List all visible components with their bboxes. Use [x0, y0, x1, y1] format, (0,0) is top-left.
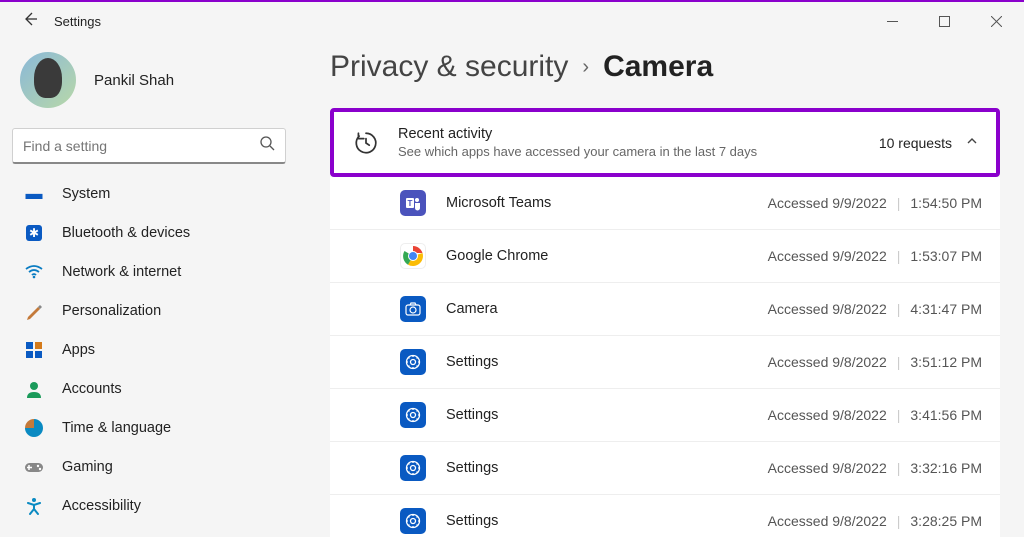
history-icon [352, 129, 380, 157]
gaming-icon [24, 457, 44, 477]
avatar [20, 52, 76, 108]
time-icon [24, 418, 44, 438]
nav-label: Gaming [62, 459, 113, 475]
nav-item-network[interactable]: Network & internet [12, 253, 288, 291]
nav-item-gaming[interactable]: Gaming [12, 448, 288, 486]
activity-row[interactable]: SettingsAccessed 9/8/2022|3:28:25 PM [330, 495, 1000, 537]
nav-item-bluetooth[interactable]: ✱ Bluetooth & devices [12, 214, 288, 252]
access-info: Accessed 9/8/2022|4:31:47 PM [768, 301, 982, 317]
breadcrumb: Privacy & security › Camera [330, 50, 1000, 84]
minimize-button[interactable] [878, 7, 906, 35]
network-icon [24, 262, 44, 282]
window-title: Settings [54, 14, 101, 29]
accessibility-icon [24, 496, 44, 516]
nav-item-accounts[interactable]: Accounts [12, 370, 288, 408]
breadcrumb-parent[interactable]: Privacy & security [330, 50, 568, 84]
maximize-icon [939, 16, 950, 27]
nav-label: Accessibility [62, 498, 141, 514]
nav-item-system[interactable]: ▬ System [12, 175, 288, 213]
app-name: Google Chrome [446, 248, 768, 264]
svg-text:T: T [408, 199, 413, 208]
minimize-icon [887, 16, 898, 27]
search-input[interactable] [23, 138, 260, 154]
accounts-icon [24, 379, 44, 399]
recent-activity-header[interactable]: Recent activity See which apps have acce… [330, 108, 1000, 177]
access-info: Accessed 9/8/2022|3:32:16 PM [768, 460, 982, 476]
access-info: Accessed 9/8/2022|3:51:12 PM [768, 354, 982, 370]
request-count: 10 requests [879, 135, 952, 151]
close-button[interactable] [982, 7, 1010, 35]
maximize-button[interactable] [930, 7, 958, 35]
titlebar: Settings [0, 2, 1024, 40]
nav-label: System [62, 186, 110, 202]
search-box[interactable] [12, 128, 286, 164]
breadcrumb-current: Camera [603, 50, 713, 84]
nav-label: Accounts [62, 381, 122, 397]
chevron-right-icon: › [582, 56, 589, 79]
activity-list: T Microsoft TeamsAccessed 9/9/2022|1:54:5… [330, 177, 1000, 537]
activity-row[interactable]: T Microsoft TeamsAccessed 9/9/2022|1:54:5… [330, 177, 1000, 230]
profile-name: Pankil Shah [94, 72, 174, 89]
nav-item-accessibility[interactable]: Accessibility [12, 487, 288, 525]
access-info: Accessed 9/9/2022|1:53:07 PM [768, 248, 982, 264]
nav-label: Bluetooth & devices [62, 225, 190, 241]
activity-row[interactable]: CameraAccessed 9/8/2022|4:31:47 PM [330, 283, 1000, 336]
nav-item-time[interactable]: Time & language [12, 409, 288, 447]
content: Privacy & security › Camera Recent activ… [300, 40, 1024, 537]
personalization-icon [24, 301, 44, 321]
back-button[interactable] [14, 7, 46, 36]
nav-label: Time & language [62, 420, 171, 436]
activity-title: Recent activity [398, 126, 757, 142]
activity-subtitle: See which apps have accessed your camera… [398, 144, 757, 159]
app-name: Settings [446, 513, 768, 529]
bluetooth-icon: ✱ [24, 223, 44, 243]
app-name: Camera [446, 301, 768, 317]
nav-item-personalization[interactable]: Personalization [12, 292, 288, 330]
app-name: Settings [446, 407, 768, 423]
nav: ▬ System ✱ Bluetooth & devices Network & int… [12, 174, 288, 526]
arrow-left-icon [22, 11, 38, 27]
close-icon [991, 16, 1002, 27]
access-info: Accessed 9/8/2022|3:41:56 PM [768, 407, 982, 423]
activity-row[interactable]: Google ChromeAccessed 9/9/2022|1:53:07 P… [330, 230, 1000, 283]
access-info: Accessed 9/9/2022|1:54:50 PM [768, 195, 982, 211]
profile[interactable]: Pankil Shah [12, 40, 288, 128]
nav-label: Apps [62, 342, 95, 358]
app-name: Settings [446, 460, 768, 476]
nav-label: Network & internet [62, 264, 181, 280]
apps-icon [24, 340, 44, 360]
app-name: Settings [446, 354, 768, 370]
system-icon: ▬ [24, 184, 44, 204]
activity-row[interactable]: SettingsAccessed 9/8/2022|3:51:12 PM [330, 336, 1000, 389]
app-name: Microsoft Teams [446, 195, 768, 211]
nav-item-apps[interactable]: Apps [12, 331, 288, 369]
nav-label: Personalization [62, 303, 161, 319]
access-info: Accessed 9/8/2022|3:28:25 PM [768, 513, 982, 529]
chevron-up-icon [966, 135, 978, 150]
window-controls [878, 7, 1010, 35]
search-icon [260, 136, 275, 155]
sidebar: Pankil Shah ▬ System ✱ Bluetooth & devices N… [0, 40, 300, 537]
activity-row[interactable]: SettingsAccessed 9/8/2022|3:41:56 PM [330, 389, 1000, 442]
activity-row[interactable]: SettingsAccessed 9/8/2022|3:32:16 PM [330, 442, 1000, 495]
